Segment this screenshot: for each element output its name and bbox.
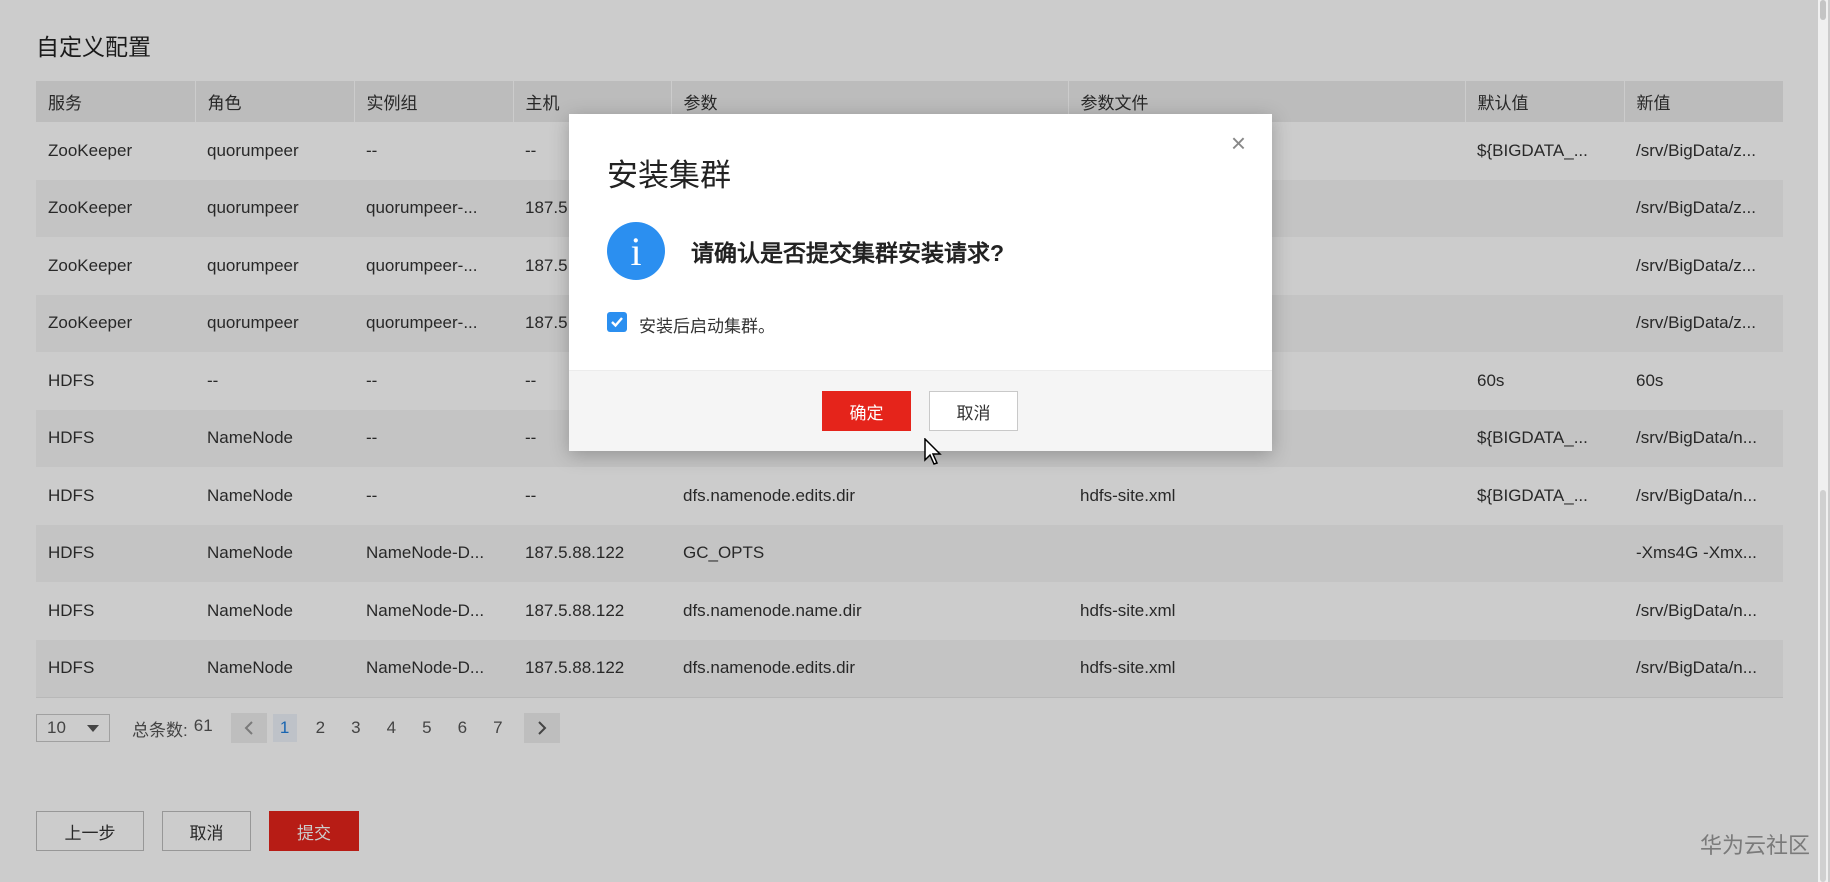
start-after-install-checkbox[interactable] bbox=[607, 312, 627, 332]
checkbox-label[interactable]: 安装后启动集群。 bbox=[639, 312, 775, 337]
confirm-button[interactable]: 确定 bbox=[822, 391, 911, 431]
install-cluster-dialog: 安装集群 × i 请确认是否提交集群安装请求? 安装后启动集群。 确定 取消 bbox=[569, 114, 1272, 451]
dialog-cancel-button[interactable]: 取消 bbox=[929, 391, 1018, 431]
watermark: 华为云社区 bbox=[1699, 833, 1810, 858]
scrollbar-thumb-top[interactable] bbox=[1820, 0, 1826, 20]
info-icon: i bbox=[607, 222, 665, 280]
scrollbar-thumb[interactable] bbox=[1820, 490, 1826, 882]
check-icon bbox=[611, 317, 623, 328]
dialog-footer: 确定 取消 bbox=[569, 370, 1272, 451]
close-icon[interactable]: × bbox=[1231, 130, 1246, 156]
mouse-pointer-icon bbox=[924, 438, 942, 465]
dialog-message: 请确认是否提交集群安装请求? bbox=[691, 240, 1005, 266]
scrollbar[interactable] bbox=[1818, 0, 1828, 882]
dialog-title: 安装集群 bbox=[607, 158, 731, 193]
